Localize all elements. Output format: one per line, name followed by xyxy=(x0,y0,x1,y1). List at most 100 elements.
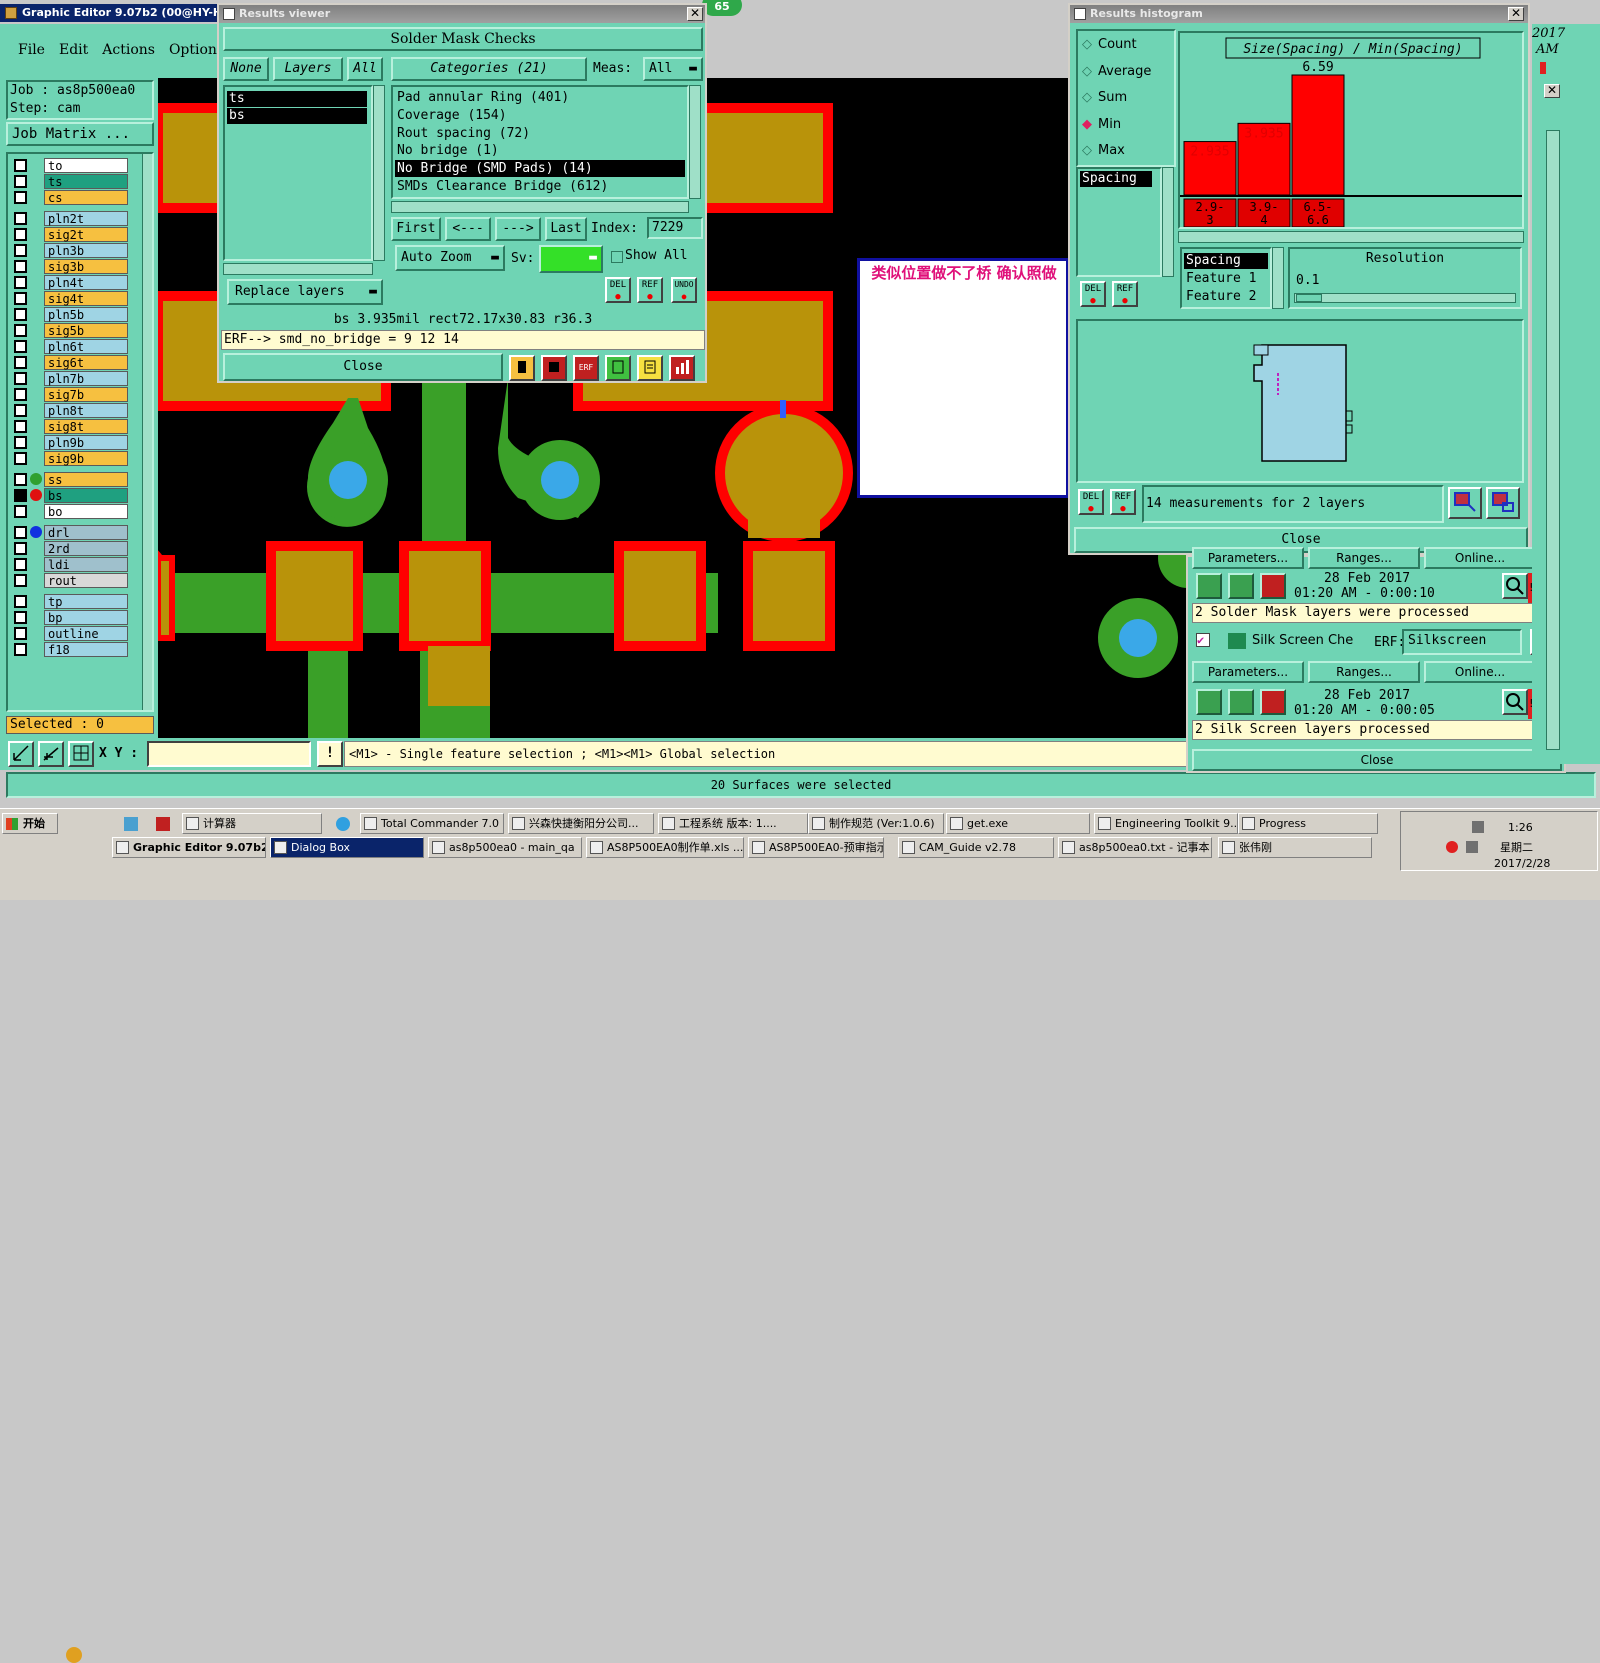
taskbar-button[interactable]: Graphic Editor 9.07b2 ... xyxy=(112,837,266,858)
analysis-tab-ranges[interactable]: Ranges... xyxy=(1308,661,1420,683)
start-button[interactable]: 开始 xyxy=(2,813,58,834)
layer-checkbox[interactable] xyxy=(14,244,27,257)
first-button[interactable]: First xyxy=(391,217,441,241)
analysis-close-button[interactable]: Close xyxy=(1192,749,1562,771)
measure-icon[interactable] xyxy=(38,741,64,767)
layer-checkbox[interactable] xyxy=(14,611,27,624)
layer-row-to[interactable]: to xyxy=(12,158,128,173)
taskbar-button[interactable]: as8p500ea0.txt - 记事本 xyxy=(1058,837,1212,858)
run-icon[interactable] xyxy=(1196,573,1222,599)
run-stop-icon[interactable] xyxy=(1260,689,1286,715)
layer-row-pln6t[interactable]: pln6t xyxy=(12,339,128,354)
resolution-slider-handle[interactable] xyxy=(1296,294,1322,302)
results-viewer-close-x[interactable]: ✕ xyxy=(687,7,703,21)
run-all-icon[interactable] xyxy=(1228,573,1254,599)
layer-row-pln9b[interactable]: pln9b xyxy=(12,435,128,450)
layer-row-sig2t[interactable]: sig2t xyxy=(12,227,128,242)
grid-icon[interactable] xyxy=(68,741,94,767)
layer-checkbox[interactable] xyxy=(14,175,27,188)
menu-item-actions[interactable]: Actions xyxy=(102,42,155,58)
menu-item-edit[interactable]: Edit xyxy=(59,42,88,58)
layer-row-pln7b[interactable]: pln7b xyxy=(12,371,128,386)
histogram-del-button[interactable]: DEL ● xyxy=(1080,281,1106,307)
layers-button[interactable]: Layers xyxy=(273,57,343,81)
mode-radio-sum[interactable]: ◇ Sum xyxy=(1082,90,1127,108)
none-button[interactable]: None xyxy=(223,57,269,81)
property-item[interactable]: Spacing xyxy=(1184,253,1268,269)
info-icon[interactable]: ! xyxy=(317,741,343,767)
layer-row-pln8t[interactable]: pln8t xyxy=(12,403,128,418)
taskbar-button[interactable]: 张伟刚 xyxy=(1218,837,1372,858)
layer-checkbox[interactable] xyxy=(14,308,27,321)
replace-layers-dropdown[interactable]: Replace layers ▬ xyxy=(227,279,383,305)
analysis-tab-ranges[interactable]: Ranges... xyxy=(1308,547,1420,569)
prev-button[interactable]: <--- xyxy=(445,217,491,241)
taskbar-button[interactable]: get.exe xyxy=(946,813,1090,834)
layer-row-sig8t[interactable]: sig8t xyxy=(12,419,128,434)
histogram-icon[interactable] xyxy=(669,355,695,381)
zoom-features-icon[interactable] xyxy=(1448,487,1482,519)
layer-checkbox[interactable] xyxy=(14,276,27,289)
histogram-bar[interactable] xyxy=(1291,74,1345,196)
run-icon[interactable] xyxy=(1196,689,1222,715)
analysis-tab-online[interactable]: Online... xyxy=(1424,661,1536,683)
xy-input[interactable] xyxy=(147,741,311,767)
analysis-tab-parameters[interactable]: Parameters... xyxy=(1192,547,1304,569)
results-viewer-close-button[interactable]: Close xyxy=(223,353,503,381)
layer-row-sig4t[interactable]: sig4t xyxy=(12,291,128,306)
layer-checkbox[interactable] xyxy=(14,404,27,417)
mode-radio-min[interactable]: ◆ Min xyxy=(1082,117,1121,135)
histogram-titlebar[interactable]: Results histogram xyxy=(1070,5,1528,23)
layer-row-sig6t[interactable]: sig6t xyxy=(12,355,128,370)
pdf-icon[interactable] xyxy=(156,817,170,831)
layer-row-drl[interactable]: drl xyxy=(12,525,128,540)
meas-dropdown[interactable]: All ▬ xyxy=(643,57,703,81)
layer-checkbox[interactable] xyxy=(14,292,27,305)
layer-checkbox[interactable] xyxy=(14,473,27,486)
next-button[interactable]: ---> xyxy=(495,217,541,241)
ie-icon[interactable] xyxy=(336,817,350,831)
layer-row-bo[interactable]: bo xyxy=(12,504,128,519)
layer-row-sig5b[interactable]: sig5b xyxy=(12,323,128,338)
layer-checkbox[interactable] xyxy=(14,420,27,433)
layer-row-tp[interactable]: tp xyxy=(12,594,128,609)
layer-checkbox[interactable] xyxy=(14,388,27,401)
layer-row-outline[interactable]: outline xyxy=(12,626,128,641)
layer-checkbox[interactable] xyxy=(14,643,27,656)
taskbar-button[interactable]: Engineering Toolkit 9.... xyxy=(1094,813,1238,834)
layer-row-2rd[interactable]: 2rd xyxy=(12,541,128,556)
category-item[interactable]: No bridge (1) xyxy=(395,142,685,159)
preview-del-button[interactable]: DEL ● xyxy=(1078,489,1104,515)
del-button[interactable]: DEL ● xyxy=(605,277,631,303)
snap-icon[interactable] xyxy=(8,741,34,767)
category-item[interactable]: Rout spacing (72) xyxy=(395,125,685,142)
histogram-ref-button[interactable]: REF ● xyxy=(1112,281,1138,307)
analysis-tab-parameters[interactable]: Parameters... xyxy=(1192,661,1304,683)
layer-checkbox[interactable] xyxy=(14,436,27,449)
result-layer-scrollbar[interactable] xyxy=(373,85,385,261)
layer-checkbox[interactable] xyxy=(14,574,27,587)
layer-checkbox[interactable] xyxy=(14,505,27,518)
marker-icon[interactable] xyxy=(509,355,535,381)
layer-checkbox[interactable] xyxy=(14,212,27,225)
taskbar-button[interactable]: 兴森快捷衡阳分公司... xyxy=(508,813,654,834)
taskbar-button[interactable]: as8p500ea0 - main_qa xyxy=(428,837,582,858)
layer-row-bs[interactable]: bs xyxy=(12,488,128,503)
show-all-checkbox[interactable] xyxy=(611,251,623,263)
taskbar-button[interactable]: 工程系统 版本: 1.... xyxy=(658,813,808,834)
property-item[interactable]: Feature 1 xyxy=(1184,271,1268,287)
taskbar-button[interactable]: AS8P500EA0-预审指示... xyxy=(748,837,884,858)
mode-radio-average[interactable]: ◇ Average xyxy=(1082,64,1151,82)
sv-color-dropdown[interactable]: ▬ xyxy=(539,245,603,273)
last-button[interactable]: Last xyxy=(545,217,587,241)
layer-row-ss[interactable]: ss xyxy=(12,472,128,487)
silk-erf-field[interactable]: Silkscreen xyxy=(1402,629,1522,655)
histogram-item-scrollbar[interactable] xyxy=(1162,167,1174,277)
erf-delete-icon[interactable]: ERF xyxy=(573,355,599,381)
layer-checkbox[interactable] xyxy=(14,372,27,385)
result-layer-item[interactable]: ts xyxy=(227,91,367,107)
run-all-icon[interactable] xyxy=(1228,689,1254,715)
tray-app-icon[interactable] xyxy=(1446,841,1458,853)
category-item[interactable]: Pad annular Ring (401) xyxy=(395,89,685,106)
property-scrollbar[interactable] xyxy=(1272,247,1284,309)
